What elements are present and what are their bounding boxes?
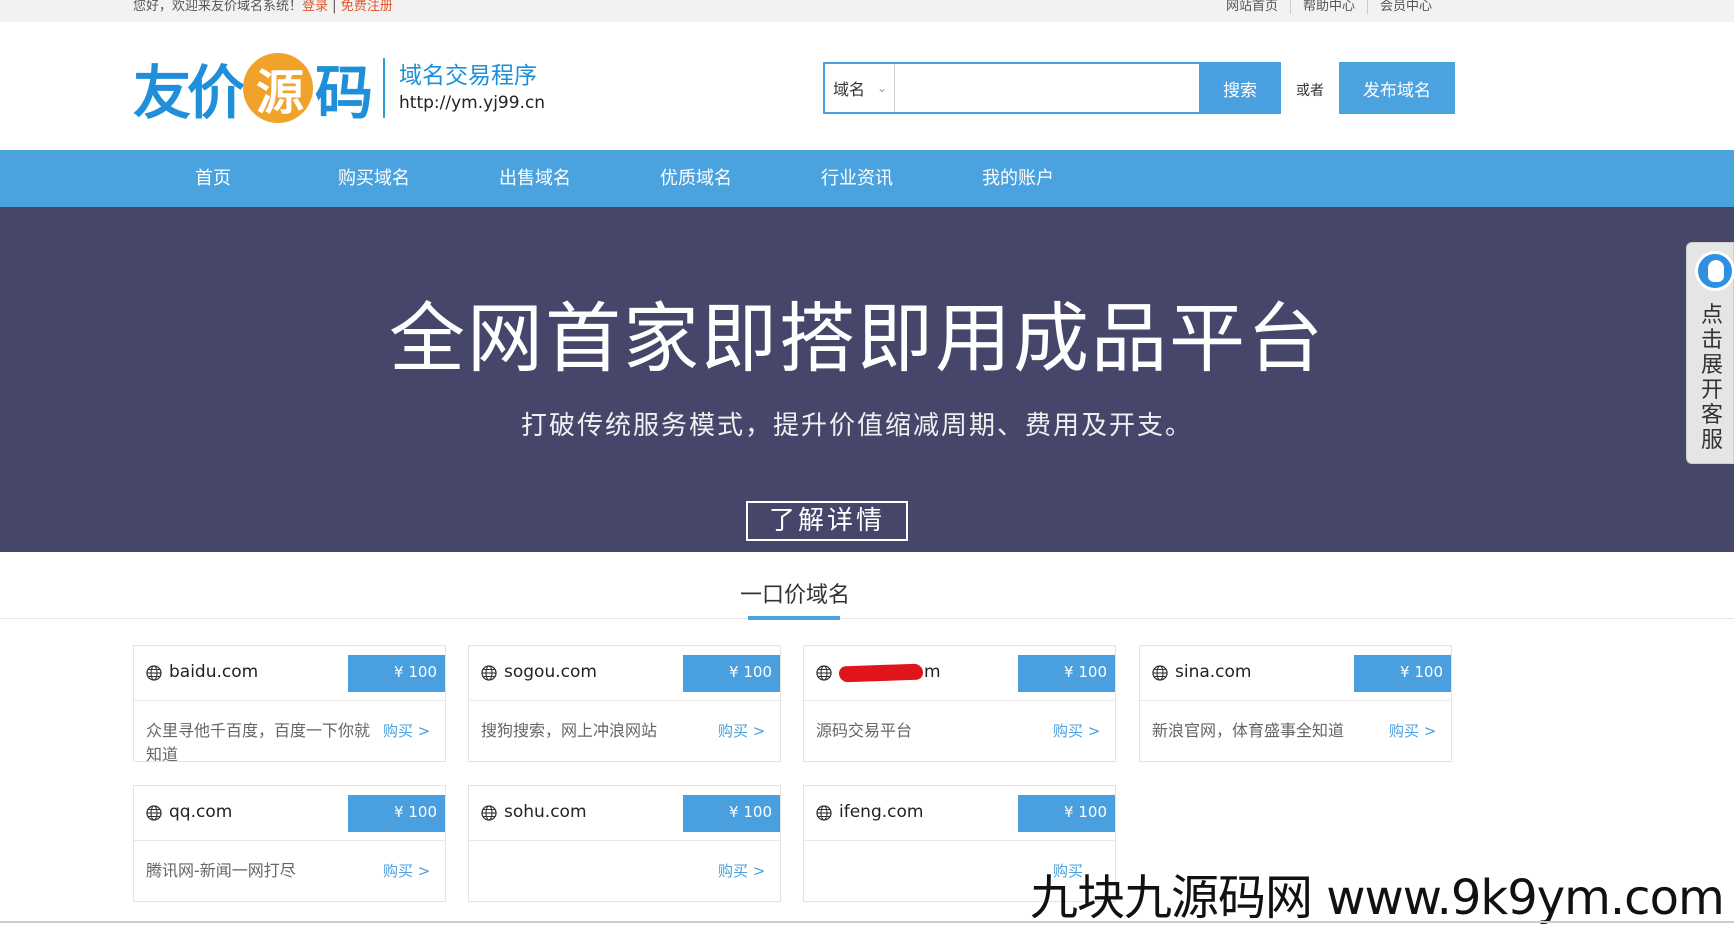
globe-icon [816,665,832,681]
domain-card-header: m ¥ 100 [804,646,1115,701]
top-link-home[interactable]: 网站首页 [1214,0,1290,14]
header: 友价 源 码 域名交易程序 http://ym.yj99.cn 域名 ⌄ 搜索 … [0,22,1734,150]
section-title-underline [748,616,840,620]
chevron-down-icon: ⌄ [877,81,888,95]
domain-price: ¥ 100 [1018,795,1115,832]
logo-char-a: 友价 [133,59,245,127]
buy-link[interactable]: 购买 > [383,859,430,883]
logo-url: http://ym.yj99.cn [399,93,546,113]
globe-icon [146,805,162,821]
domain-description: 众里寻他千百度，百度一下你就知道 [146,721,371,764]
nav-item-premium-domain[interactable]: 优质域名 [636,150,756,207]
logo-text: 域名交易程序 http://ym.yj99.cn [399,61,545,115]
publish-domain-button[interactable]: 发布域名 [1339,62,1455,114]
logo-char-b: 源 [243,53,314,123]
logo-divider [383,58,386,118]
domain-card-header: ifeng.com ¥ 100 [804,786,1115,841]
domain-card[interactable]: sohu.com ¥ 100 购买 > [468,785,781,902]
domain-description: 搜狗搜索，网上冲浪网站 [481,721,658,740]
welcome-message: 您好，欢迎来友价域名系统！登录 | 免费注册 [133,0,393,14]
globe-icon [1152,665,1168,681]
domain-price: ¥ 100 [348,795,445,832]
domain-price: ¥ 100 [1018,655,1115,692]
nav-item-buy-domain[interactable]: 购买域名 [314,150,434,207]
main-nav: 首页 购买域名 出售域名 优质域名 行业资讯 我的账户 [0,150,1734,207]
nav-item-industry-news[interactable]: 行业资讯 [797,150,917,207]
globe-icon [146,665,162,681]
logo-char-c: 码 [315,59,373,127]
domain-name[interactable]: baidu.com [169,662,258,682]
domain-price: ¥ 100 [683,795,780,832]
domain-card-header: sohu.com ¥ 100 [469,786,780,841]
section-divider [0,618,1734,619]
welcome-text: 您好，欢迎来友价域名系统！ [133,0,303,14]
customer-service-tab[interactable]: 点击展开客服 [1686,242,1734,464]
nav-item-my-account[interactable]: 我的账户 [958,150,1078,207]
buy-link[interactable]: 购买 > [1053,719,1100,743]
search-button[interactable]: 搜索 [1199,62,1281,114]
domain-card[interactable]: sogou.com ¥ 100 搜狗搜索，网上冲浪网站 购买 > [468,645,781,762]
nav-item-sell-domain[interactable]: 出售域名 [475,150,595,207]
domain-description: 源码交易平台 [816,721,913,740]
domain-description: 腾讯网-新闻一网打尽 [146,861,296,880]
buy-link[interactable]: 购买 > [1389,719,1436,743]
buy-link[interactable]: 购买 > [718,719,765,743]
domain-name[interactable]: sina.com [1175,662,1251,682]
search-type-label: 域名 [833,80,866,99]
globe-icon [481,665,497,681]
link-separator: | [328,0,341,14]
hero-banner: 全网首家即搭即用成品平台 打破传统服务模式，提升价值缩减周期、费用及开支。 了解… [0,207,1734,552]
section-title: 一口价域名 [739,583,850,608]
domain-description: 新浪官网，体育盛事全知道 [1152,721,1345,740]
domain-card-header: sina.com ¥ 100 [1140,646,1451,701]
qq-icon [1695,251,1734,291]
domain-name[interactable]: ifeng.com [839,802,923,822]
top-bar: 您好，欢迎来友价域名系统！登录 | 免费注册 网站首页 帮助中心 会员中心 [0,0,1734,22]
globe-icon [816,805,832,821]
search-type-select[interactable]: 域名 ⌄ [825,64,895,112]
domain-name[interactable]: qq.com [169,802,232,822]
domain-card[interactable]: qq.com ¥ 100 腾讯网-新闻一网打尽 购买 > [133,785,446,902]
logo-tagline: 域名交易程序 [399,63,538,89]
domain-price: ¥ 100 [683,655,780,692]
nav-item-home[interactable]: 首页 [153,150,273,207]
domain-name[interactable]: sohu.com [504,802,587,822]
domain-card-header: qq.com ¥ 100 [134,786,445,841]
top-link-member[interactable]: 会员中心 [1366,0,1444,14]
search-input[interactable] [895,64,1199,112]
customer-service-label: 点击展开客服 [1700,303,1723,453]
globe-icon [481,805,497,821]
domain-card[interactable]: sina.com ¥ 100 新浪官网，体育盛事全知道 购买 > [1139,645,1452,762]
top-link-help[interactable]: 帮助中心 [1289,0,1367,14]
buy-link[interactable]: 购买 > [383,719,430,743]
watermark: 九块九源码网 www.9k9ym.com [1030,870,1725,926]
top-links: 网站首页 帮助中心 会员中心 [1214,0,1444,14]
login-link[interactable]: 登录 [302,0,328,14]
domain-name[interactable]: sogou.com [504,662,597,682]
register-link[interactable]: 免费注册 [341,0,393,14]
domain-price: ¥ 100 [1354,655,1451,692]
buy-link[interactable]: 购买 > [718,859,765,883]
domain-card-header: baidu.com ¥ 100 [134,646,445,701]
logo-mark: 友价 源 码 [133,46,373,130]
learn-more-button[interactable]: 了解详情 [746,501,908,541]
domain-price: ¥ 100 [348,655,445,692]
search-box: 域名 ⌄ 搜索 [823,62,1281,114]
domain-card[interactable]: m ¥ 100 源码交易平台 购买 > [803,645,1116,762]
banner-title: 全网首家即搭即用成品平台 [389,294,1325,383]
or-label: 或者 [1296,83,1324,99]
site-logo[interactable]: 友价 源 码 域名交易程序 http://ym.yj99.cn [133,52,545,127]
banner-subtitle: 打破传统服务模式，提升价值缩减周期、费用及开支。 [520,411,1193,441]
domain-name[interactable]: m [924,662,941,682]
redaction-mark [838,663,924,683]
domain-card-header: sogou.com ¥ 100 [469,646,780,701]
domain-card[interactable]: baidu.com ¥ 100 众里寻他千百度，百度一下你就知道 购买 > [133,645,446,764]
